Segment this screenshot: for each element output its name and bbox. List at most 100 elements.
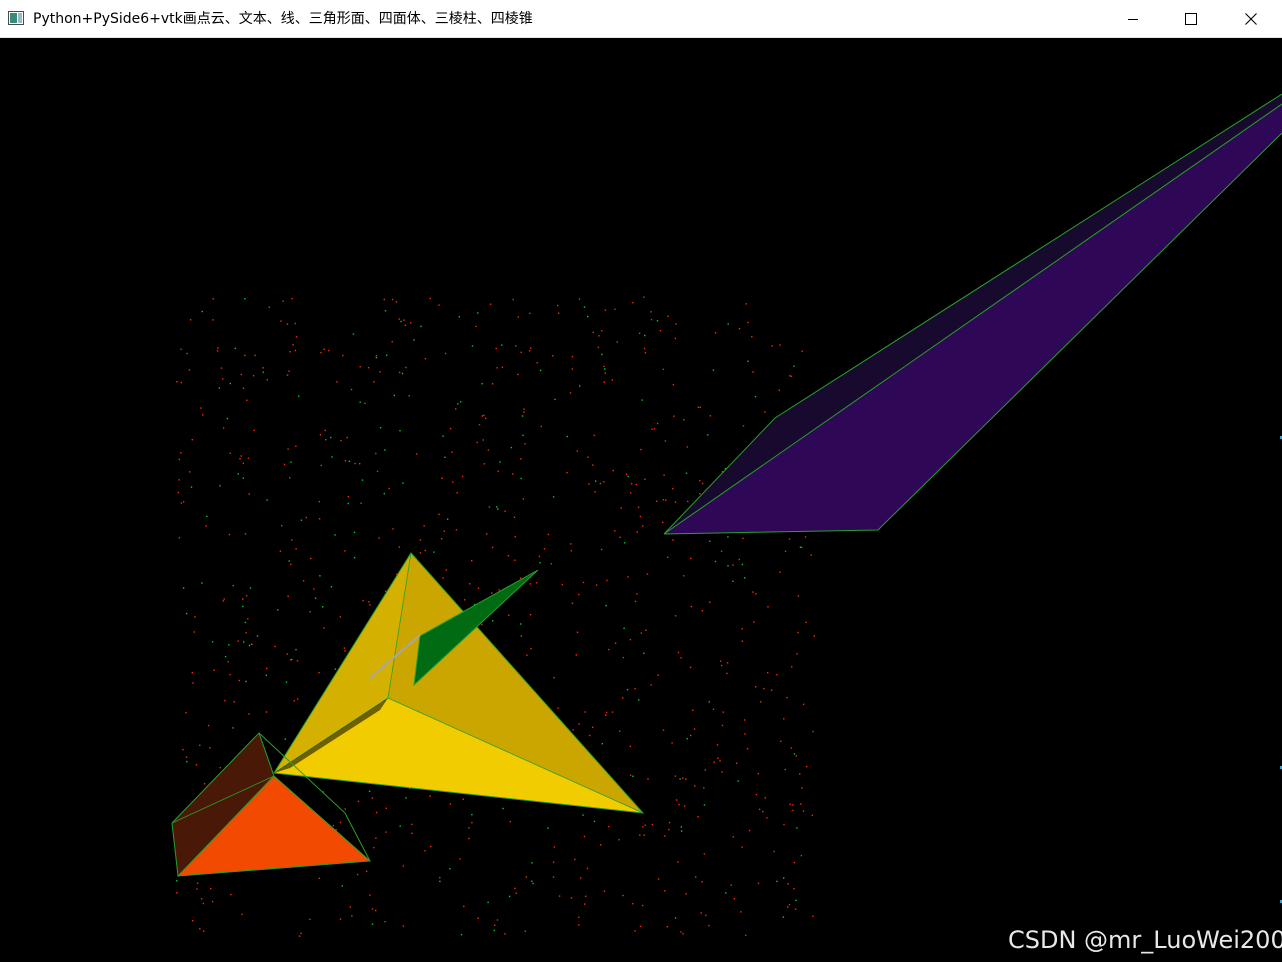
cloud-point <box>514 887 516 890</box>
cloud-point <box>514 536 516 538</box>
cloud-point <box>202 414 204 416</box>
cloud-point <box>576 450 578 452</box>
cloud-point <box>714 332 717 334</box>
cloud-point <box>553 846 555 848</box>
cloud-point <box>366 870 368 873</box>
cloud-point <box>674 917 677 919</box>
title-bar[interactable]: Python+PySide6+vtk画点云、文本、线、三角形面、四面体、三棱柱、… <box>0 0 1282 38</box>
cloud-point <box>343 647 346 649</box>
cloud-point <box>804 536 807 538</box>
cloud-point <box>481 415 483 417</box>
cloud-point <box>790 747 793 749</box>
cloud-point <box>547 533 550 536</box>
cloud-point <box>776 674 778 676</box>
cloud-point <box>318 501 321 503</box>
cloud-point <box>675 799 678 801</box>
cloud-point <box>243 641 245 643</box>
cloud-point <box>680 657 682 659</box>
cloud-point <box>266 499 268 501</box>
cloud-point <box>395 301 398 303</box>
cloud-point <box>344 808 346 810</box>
cloud-point <box>523 411 525 413</box>
close-button[interactable] <box>1220 0 1282 37</box>
cloud-point <box>189 319 192 321</box>
cloud-point <box>229 382 231 385</box>
cloud-point <box>402 865 405 867</box>
cloud-point <box>578 593 580 596</box>
cloud-point <box>237 473 239 475</box>
cloud-point <box>369 604 371 606</box>
cloud-point <box>191 920 194 922</box>
cloud-point <box>539 562 541 564</box>
cloud-point <box>444 352 447 355</box>
cloud-point <box>522 434 524 436</box>
cloud-point <box>471 560 473 562</box>
cloud-point <box>732 580 734 582</box>
cloud-point <box>201 898 203 900</box>
prism-face-dark <box>664 94 1282 534</box>
cloud-point <box>789 375 791 377</box>
cloud-point <box>574 858 576 861</box>
cloud-point <box>256 635 259 637</box>
cloud-point <box>402 925 405 927</box>
cloud-point <box>601 743 603 745</box>
cloud-point <box>662 729 665 731</box>
cloud-point <box>180 348 182 350</box>
cloud-point <box>438 513 440 515</box>
cloud-point <box>262 371 264 373</box>
cloud-point <box>188 369 191 371</box>
cloud-point <box>369 894 371 896</box>
cloud-point <box>797 595 800 597</box>
cloud-point <box>738 558 740 561</box>
cloud-point <box>504 510 506 512</box>
cloud-point <box>176 892 178 894</box>
cloud-point <box>552 861 555 863</box>
maximize-button[interactable] <box>1162 0 1220 37</box>
vtk-render-viewport[interactable] <box>0 38 1282 962</box>
cloud-point <box>227 661 229 663</box>
cloud-point <box>614 308 616 310</box>
cloud-point <box>529 350 531 352</box>
cloud-point <box>310 557 312 560</box>
cloud-point <box>683 419 685 421</box>
cloud-point <box>283 463 286 466</box>
cloud-point <box>379 427 382 429</box>
cloud-point <box>744 577 746 579</box>
cloud-point <box>320 351 322 354</box>
cloud-point <box>513 516 516 518</box>
cloud-point <box>433 551 435 553</box>
cloud-point <box>703 853 706 855</box>
cloud-point <box>199 744 201 746</box>
cloud-point <box>584 711 586 713</box>
cloud-point <box>578 298 581 300</box>
cloud-point <box>219 485 221 487</box>
cloud-point <box>784 550 787 552</box>
cloud-point <box>720 550 723 552</box>
minimize-button[interactable] <box>1104 0 1162 37</box>
cloud-point <box>481 383 483 385</box>
cloud-point <box>639 515 642 518</box>
cloud-point <box>334 534 336 536</box>
cloud-point <box>510 446 513 449</box>
cloud-point <box>462 798 464 800</box>
cloud-point <box>400 320 402 323</box>
cloud-point <box>667 315 669 317</box>
cloud-point <box>445 569 448 571</box>
cloud-point <box>496 506 498 508</box>
cloud-point <box>793 887 795 890</box>
cloud-point <box>603 890 606 892</box>
cloud-point <box>636 593 638 595</box>
cloud-point <box>608 648 610 651</box>
cloud-point <box>583 835 586 838</box>
cloud-point <box>463 905 465 908</box>
cloud-point <box>757 772 759 775</box>
maximize-icon <box>1185 12 1197 25</box>
cloud-point <box>339 821 342 824</box>
cloud-point <box>529 312 531 315</box>
cloud-point <box>667 556 669 558</box>
prism-edge-mid <box>663 103 1282 535</box>
cloud-point <box>771 345 773 347</box>
cloud-point <box>539 369 542 372</box>
cloud-point <box>812 730 814 733</box>
cloud-point <box>424 358 427 360</box>
